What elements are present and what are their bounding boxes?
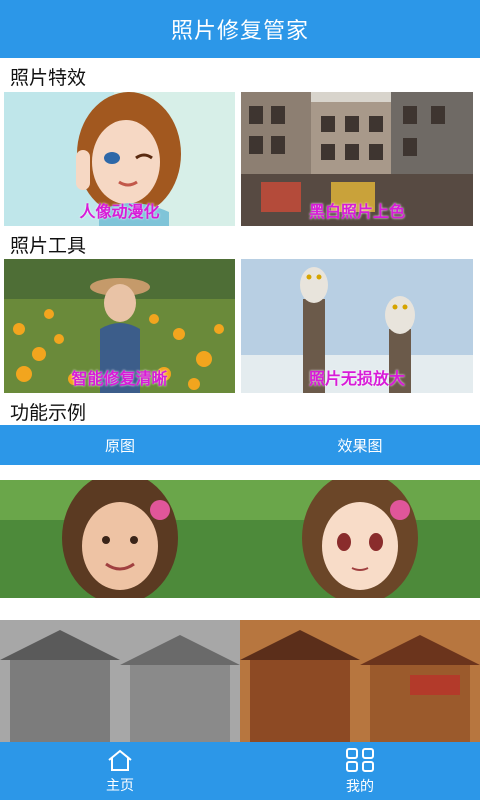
home-icon [108, 749, 132, 771]
example-street-image [0, 620, 480, 742]
example-street-colorize [0, 620, 480, 742]
nav-home-label: 主页 [106, 777, 134, 794]
tab-result: 效果图 [337, 436, 383, 455]
nav-home[interactable]: 主页 [0, 742, 240, 800]
card-smart-restore[interactable]: 智能修复清晰 [4, 259, 235, 393]
nav-mine[interactable]: 我的 [240, 742, 480, 800]
card-caption: 人像动漫化 [79, 202, 160, 221]
example-tabs: 原图 效果图 [0, 425, 480, 465]
bottom-navigation: 主页 我的 [0, 742, 480, 800]
example-girl-image [0, 480, 480, 598]
section-title-effects: 照片特效 [10, 67, 87, 89]
card-anime-portrait[interactable]: 人像动漫化 [4, 92, 235, 226]
section-title-tools: 照片工具 [10, 235, 87, 257]
apps-grid-icon [346, 747, 374, 772]
nav-mine-label: 我的 [346, 778, 374, 795]
card-caption: 照片无损放大 [308, 369, 405, 388]
card-colorize[interactable]: 黑白照片上色 [241, 92, 473, 226]
section-title-examples: 功能示例 [10, 402, 87, 424]
app-header: 照片修复管家 [0, 0, 480, 58]
tab-original: 原图 [104, 436, 135, 455]
example-girl-anime [0, 480, 480, 598]
app-title: 照片修复管家 [170, 19, 309, 44]
card-lossless-enlarge[interactable]: 照片无损放大 [241, 259, 473, 393]
card-caption: 黑白照片上色 [308, 202, 405, 221]
card-caption: 智能修复清晰 [71, 369, 168, 388]
